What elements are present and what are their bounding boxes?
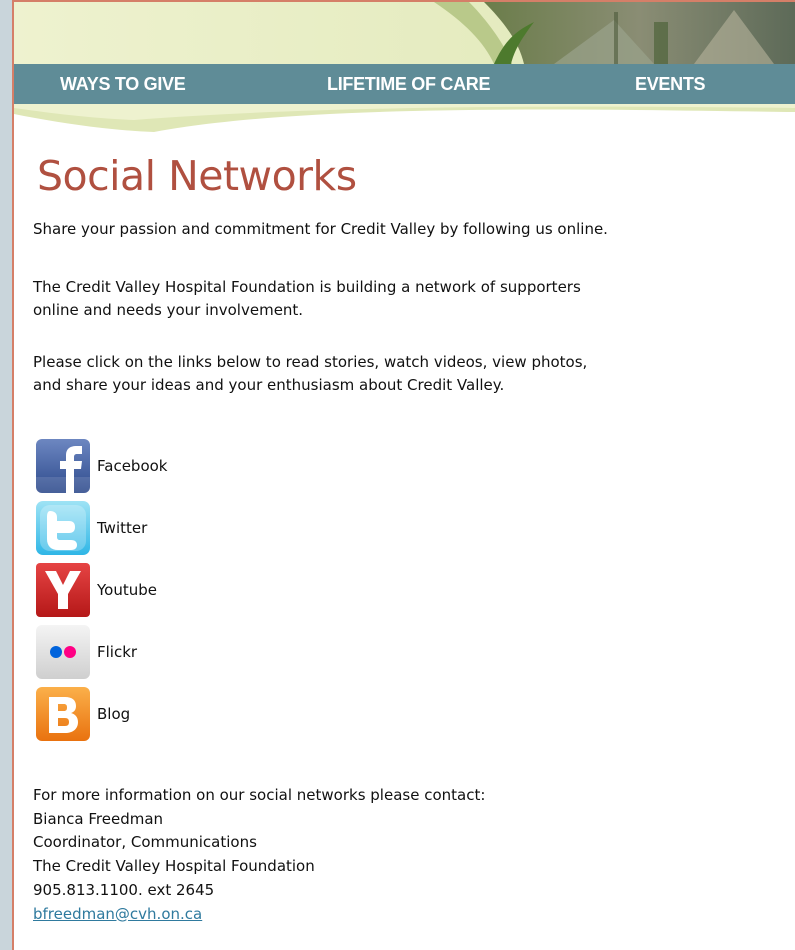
social-link-facebook[interactable]: Facebook (36, 439, 336, 493)
social-label-facebook: Facebook (97, 457, 168, 475)
paragraph-links: Please click on the links below to read … (33, 351, 587, 397)
paragraph-network-line-2: online and needs your involvement. (33, 301, 304, 319)
social-label-twitter: Twitter (97, 519, 148, 537)
intro-text: Share your passion and commitment for Cr… (33, 220, 608, 238)
paragraph-network-line-1: The Credit Valley Hospital Foundation is… (33, 278, 581, 296)
nav-events[interactable]: EVENTS (635, 74, 706, 98)
flickr-icon (36, 625, 90, 679)
twitter-icon (36, 501, 90, 555)
paragraph-links-line-2: and share your ideas and your enthusiasm… (33, 376, 505, 394)
facebook-icon (36, 439, 90, 493)
social-link-youtube[interactable]: Youtube (36, 563, 336, 617)
contact-phone: 905.813.1100. ext 2645 (33, 880, 215, 899)
paragraph-links-line-1: Please click on the links below to read … (33, 353, 588, 371)
page-content: WAYS TO GIVE LIFETIME OF CARE EVENTS Soc… (12, 0, 795, 950)
contact-organization: The Credit Valley Hospital Foundation (33, 857, 315, 876)
contact-name: Bianca Freedman (33, 809, 164, 828)
contact-role: Coordinator, Communications (33, 833, 257, 852)
paragraph-network: The Credit Valley Hospital Foundation is… (33, 276, 581, 322)
contact-intro: For more information on our social netwo… (33, 786, 486, 804)
nav-lifetime-of-care[interactable]: LIFETIME OF CARE (327, 74, 491, 98)
page-title: Social Networks (37, 152, 357, 200)
social-label-blog: Blog (97, 705, 131, 723)
contact-info: For more information on our social netwo… (33, 784, 485, 926)
nav-ways-to-give[interactable]: WAYS TO GIVE (60, 74, 186, 98)
social-label-youtube: Youtube (97, 581, 157, 599)
social-link-flickr[interactable]: Flickr (36, 625, 336, 679)
contact-email-link[interactable]: bfreedman@cvh.on.ca (33, 905, 202, 923)
blogger-icon (36, 687, 90, 741)
social-label-flickr: Flickr (97, 643, 138, 661)
social-link-blog[interactable]: Blog (36, 687, 336, 741)
header-banner (14, 2, 795, 132)
youtube-icon (36, 563, 90, 617)
social-link-twitter[interactable]: Twitter (36, 501, 336, 555)
